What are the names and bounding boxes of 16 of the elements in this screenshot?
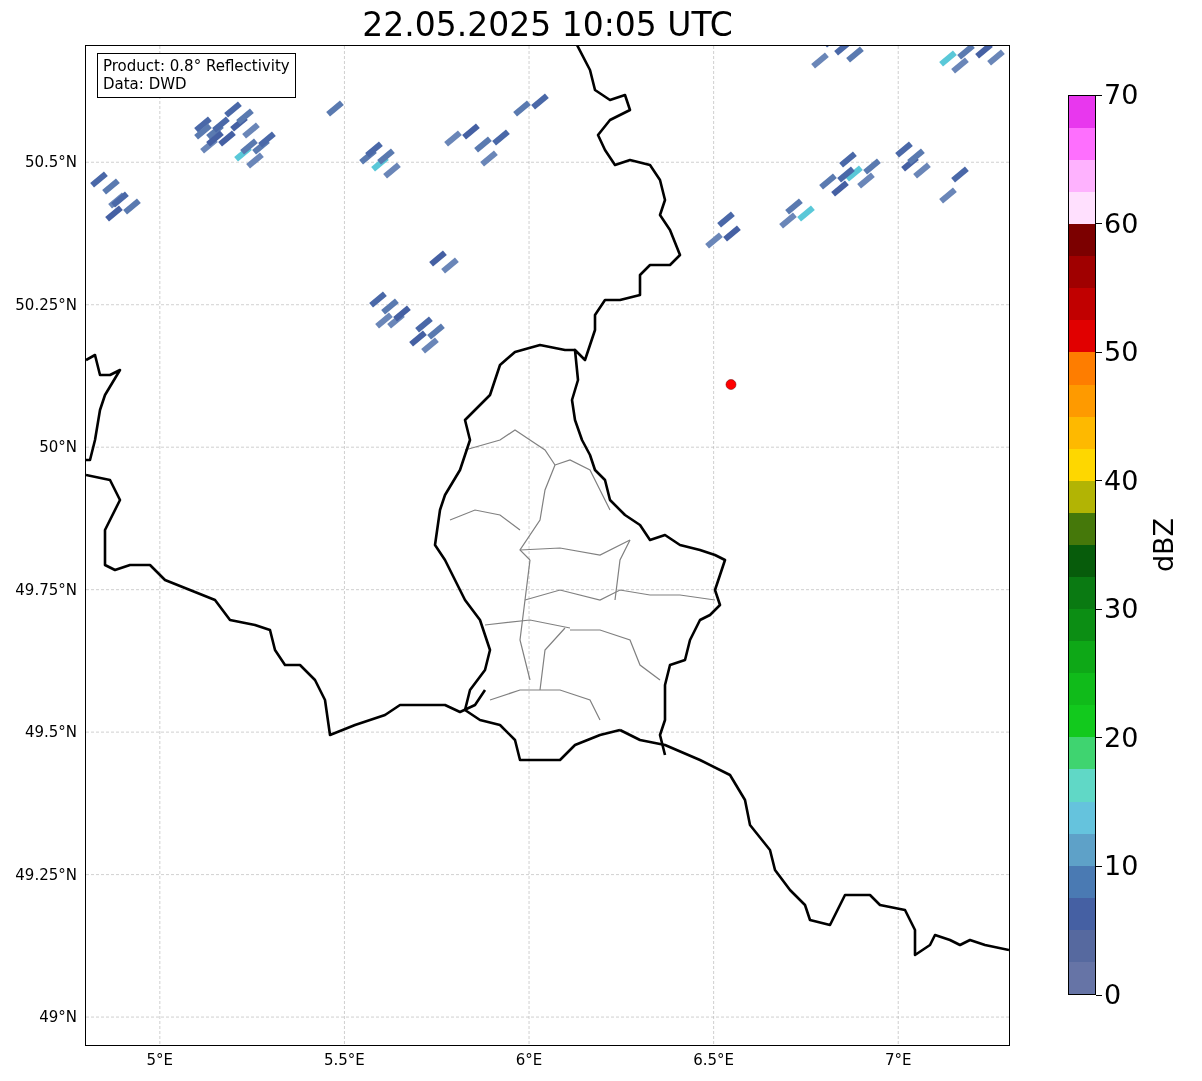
latitude-label: 50.5°N [24, 153, 77, 172]
latitude-label: 50°N [39, 438, 77, 457]
longitude-label: 6.5°E [693, 1051, 735, 1069]
info-text: Data: DWD [103, 75, 188, 93]
latitude-label: 49.75°N [15, 580, 77, 599]
latitude-label: 49°N [39, 1008, 77, 1027]
longitude-label: 5°E [146, 1051, 174, 1069]
longitude-label: 5.5°E [324, 1051, 365, 1069]
latitude-label: 49.5°N [24, 723, 77, 742]
latitude-label: 50.25°N [15, 295, 77, 314]
chart-title: 22.05.2025 10:05 UTC [361, 6, 734, 45]
colorbar-label: dBZ [1147, 517, 1179, 573]
latitude-label: 49.25°N [15, 865, 77, 884]
info-text: Product: 0.8° Reflectivity [103, 57, 290, 75]
longitude-label: 7°E [884, 1051, 912, 1069]
longitude-label: 6°E [515, 1051, 543, 1069]
